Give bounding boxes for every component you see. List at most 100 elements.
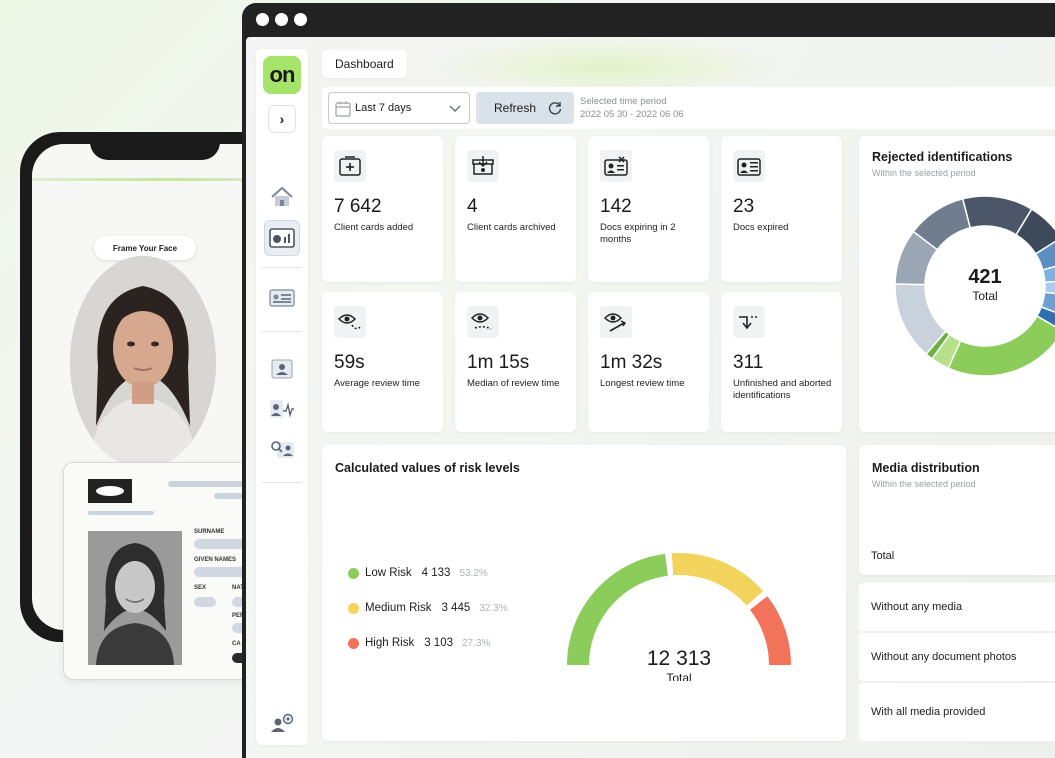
media-row-label: With all media provided <box>871 706 986 718</box>
stat-value: 142 <box>600 196 632 217</box>
sidebar-item-cards[interactable] <box>268 284 296 312</box>
sidebar-divider <box>262 331 302 332</box>
stat-card-median-review[interactable]: 1m 15s Median of review time <box>455 292 576 432</box>
media-row-label: Without any media <box>871 601 963 613</box>
sidebar-item-dashboard[interactable] <box>264 220 300 256</box>
stat-card-client-cards-added[interactable]: 7 642 Client cards added <box>322 136 443 282</box>
aborted-icon <box>733 306 765 338</box>
sidebar-item-reviews[interactable] <box>268 395 296 423</box>
stat-label: Unfinished and aborted identifications <box>733 378 832 401</box>
stat-value: 1m 15s <box>467 352 530 373</box>
breadcrumb[interactable]: Dashboard <box>322 50 407 78</box>
sidebar-item-clients[interactable] <box>268 355 296 383</box>
add-card-icon <box>334 150 366 182</box>
refresh-icon <box>548 101 562 118</box>
window-controls <box>256 13 307 26</box>
stat-card-longest-review[interactable]: 1m 32s Longest review time <box>588 292 709 432</box>
stat-value: 1m 32s <box>600 352 663 373</box>
window-close-dot[interactable] <box>256 13 269 26</box>
eye-review-icon <box>334 306 366 338</box>
gauge-total-value: 12 313 <box>647 647 711 670</box>
stat-value: 59s <box>334 352 365 373</box>
legend-percent: 32.3% <box>479 602 508 614</box>
legend-value: 3 103 <box>424 637 453 649</box>
legend-low-risk[interactable]: Low Risk 4 133 53.2% <box>348 567 488 579</box>
legend-percent: 27.3% <box>462 637 491 649</box>
media-row-label: Without any document photos <box>871 651 1017 663</box>
legend-medium-risk[interactable]: Medium Risk 3 445 32.3% <box>348 602 508 614</box>
stat-card-docs-expiring[interactable]: 142 Docs expiring in 2 months <box>588 136 709 282</box>
panel-title: Calculated values of risk levels <box>335 461 520 475</box>
risk-levels-panel: Calculated values of risk levels Low Ris… <box>322 445 846 741</box>
id-list-icon <box>269 289 295 307</box>
media-row-without-doc-photos[interactable]: Without any document photos <box>859 633 1055 681</box>
period-select-value: Last 7 days <box>355 102 412 114</box>
sidebar-expand-button[interactable]: › <box>268 105 296 133</box>
face-capture-oval <box>70 256 216 468</box>
stat-card-client-cards-archived[interactable]: 4 Client cards archived <box>455 136 576 282</box>
legend-value: 4 133 <box>421 567 451 579</box>
stat-value: 311 <box>733 352 764 373</box>
rejected-identifications-panel: Rejected identifications Within the sele… <box>859 136 1055 432</box>
selected-period-range: 2022 05 30 - 2022 06 06 <box>580 109 684 120</box>
client-card-icon <box>271 359 293 379</box>
legend-label: High Risk <box>365 637 415 649</box>
stat-label: Median of review time <box>467 378 560 389</box>
stat-card-docs-expired[interactable]: 23 Docs expired <box>721 136 842 282</box>
stat-value: 7 642 <box>334 196 382 217</box>
panel-subtitle: Within the selected period <box>872 168 976 178</box>
window-minimize-dot[interactable] <box>275 13 288 26</box>
media-row-total[interactable]: Total <box>859 533 1055 579</box>
gauge-segment-medium[interactable] <box>671 553 764 606</box>
id-expired-icon <box>733 150 765 182</box>
app-content: on › Dashboard Last 7 days Refresh Selec… <box>246 37 1055 758</box>
panel-title: Rejected identifications <box>872 150 1013 164</box>
sidebar-divider <box>262 267 302 268</box>
legend-bullet <box>348 602 359 614</box>
gauge-segment-high[interactable] <box>750 596 791 665</box>
refresh-button[interactable]: Refresh <box>476 92 574 124</box>
user-settings-icon <box>271 713 294 732</box>
gauge-total-label: Total <box>666 671 691 681</box>
media-row-label: Total <box>871 550 895 562</box>
legend-label: Medium Risk <box>365 602 432 614</box>
id-label-surname: SURNAME <box>194 529 225 535</box>
legend-high-risk[interactable]: High Risk 3 103 27.3% <box>348 637 490 649</box>
user-activity-icon <box>270 400 294 418</box>
stat-value: 23 <box>733 196 755 217</box>
window-maximize-dot[interactable] <box>294 13 307 26</box>
dashboard-icon <box>269 228 295 248</box>
id-card-logo <box>88 479 132 503</box>
stat-label: Docs expired <box>733 222 789 233</box>
phone-notch <box>90 132 220 160</box>
sidebar-item-user-settings[interactable] <box>268 709 296 737</box>
period-select[interactable]: Last 7 days <box>328 92 470 124</box>
media-row-all-media[interactable]: With all media provided <box>859 683 1055 741</box>
app-logo[interactable]: on <box>263 56 301 94</box>
stat-label: Average review time <box>334 378 420 389</box>
refresh-button-label: Refresh <box>494 101 537 115</box>
stat-card-average-review[interactable]: 59s Average review time <box>322 292 443 432</box>
stat-label: Client cards added <box>334 222 414 233</box>
home-icon <box>271 186 293 206</box>
stat-label: Client cards archived <box>467 222 556 233</box>
face-photo <box>70 256 216 468</box>
eye-median-icon <box>467 306 499 338</box>
legend-bullet <box>348 567 359 579</box>
id-field <box>194 597 216 607</box>
id-card: SURNAME GIVEN NAMES SEX NAT PER CA <box>63 462 263 680</box>
search-person-icon <box>271 441 294 458</box>
id-card-line <box>88 511 154 515</box>
selected-period-caption: Selected time period <box>580 96 667 107</box>
stat-card-aborted[interactable]: 311 Unfinished and aborted identificatio… <box>721 292 842 432</box>
stat-label: Longest review time <box>600 378 685 389</box>
donut-segment[interactable] <box>947 315 1055 377</box>
panel-subtitle: Within the selected period <box>872 479 976 489</box>
rejected-donut-chart: 421 Total <box>894 195 1055 377</box>
sidebar-item-search[interactable] <box>268 435 296 463</box>
media-row-without-media[interactable]: Without any media <box>859 583 1055 631</box>
sidebar-item-home[interactable] <box>268 183 296 211</box>
legend-label: Low Risk <box>365 567 412 579</box>
legend-value: 3 445 <box>441 602 471 614</box>
id-photo-portrait <box>88 531 182 665</box>
